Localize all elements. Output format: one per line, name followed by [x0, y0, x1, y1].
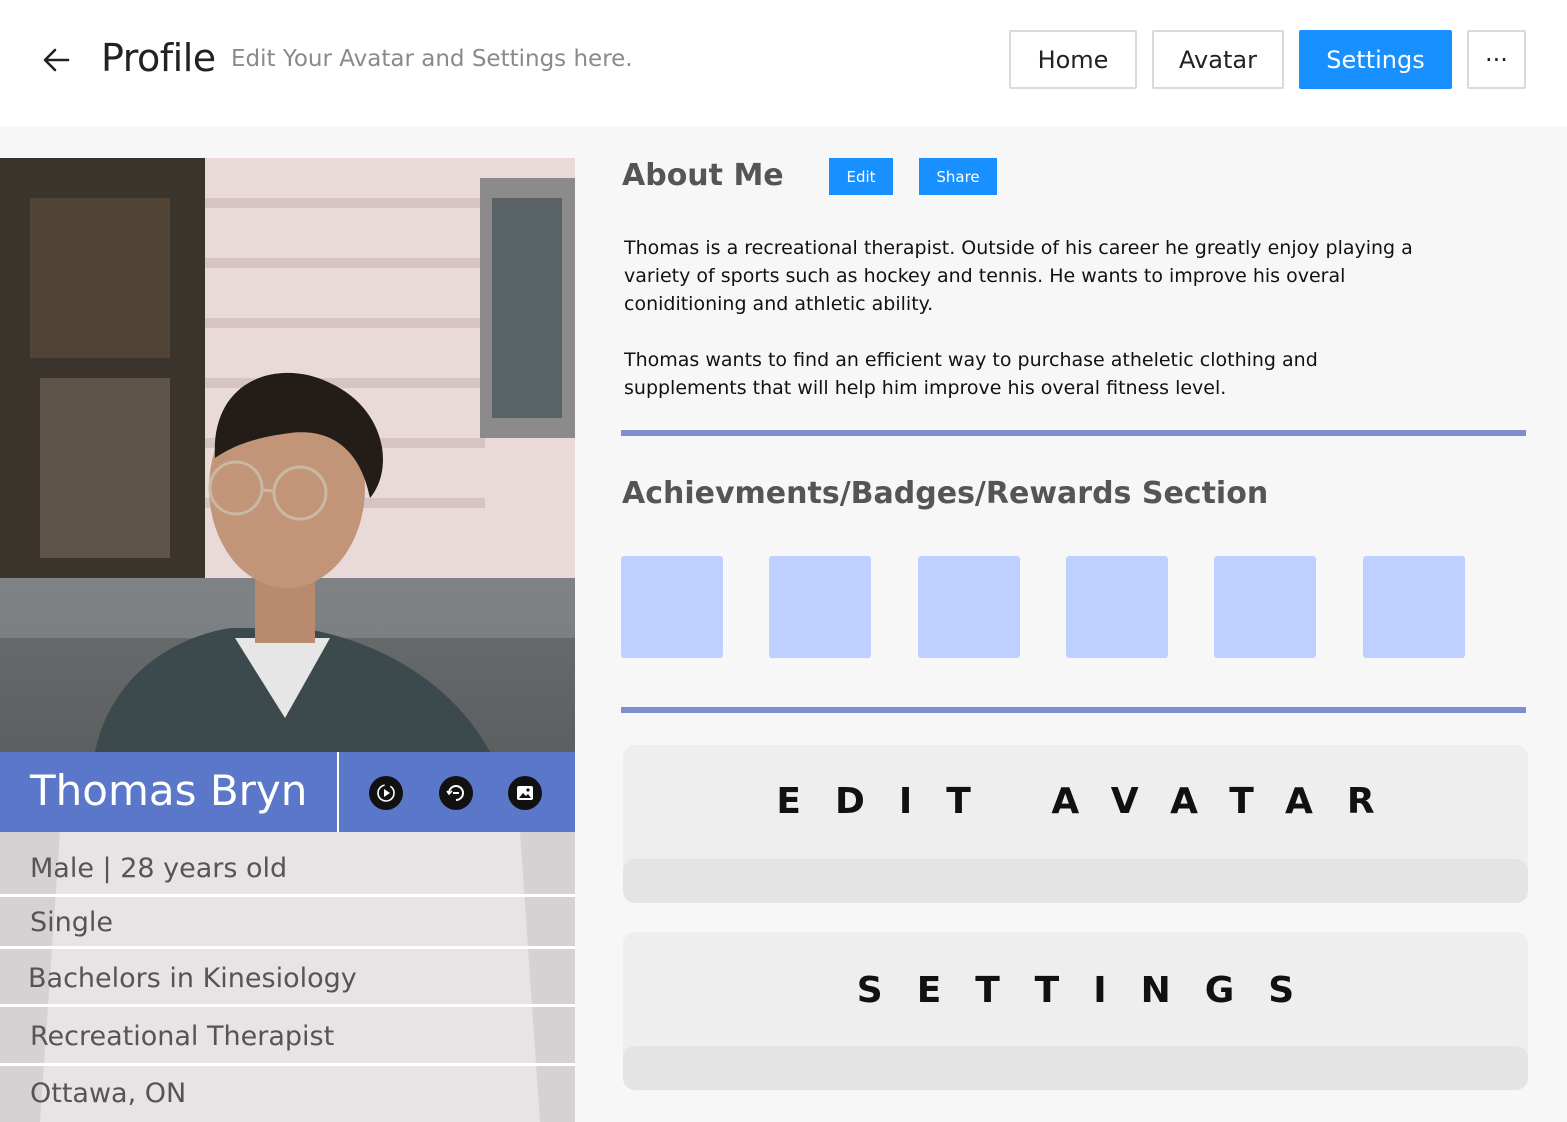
page-subtitle: Edit Your Avatar and Settings here.	[231, 46, 633, 72]
play-circle-icon	[377, 784, 395, 802]
top-header: Profile Edit Your Avatar and Settings he…	[0, 0, 1567, 126]
profile-card: Thomas Bryn Male | 28 years old Single B…	[0, 158, 575, 1122]
bio-line: Thomas is a recreational therapist. Outs…	[624, 237, 1413, 259]
detail-text: Ottawa, ON	[30, 1078, 187, 1109]
edit-avatar-button[interactable]: EDIT AVATAR	[623, 745, 1528, 903]
home-tab-button[interactable]: Home	[1009, 30, 1137, 89]
edit-about-button[interactable]: Edit	[829, 158, 893, 195]
timer-button[interactable]	[439, 776, 473, 810]
detail-education: Bachelors in Kinesiology	[0, 949, 575, 1007]
page-title: Profile	[101, 36, 216, 80]
card-footer	[623, 859, 1528, 903]
about-me-heading: About Me	[622, 158, 784, 193]
image-icon	[517, 786, 533, 800]
detail-text: Bachelors in Kinesiology	[28, 963, 357, 994]
detail-status: Single	[0, 897, 575, 949]
achievements-heading: Achievments/Badges/Rewards Section	[622, 476, 1269, 511]
share-about-button[interactable]: Share	[919, 158, 997, 195]
image-button[interactable]	[508, 776, 542, 810]
settings-button[interactable]: SETTINGS	[623, 932, 1528, 1090]
play-circle-button[interactable]	[369, 776, 403, 810]
detail-location: Ottawa, ON	[0, 1066, 575, 1122]
settings-tab-button[interactable]: Settings	[1299, 30, 1452, 89]
detail-gender-age: Male | 28 years old	[0, 832, 575, 897]
name-divider	[337, 752, 339, 832]
detail-text: Recreational Therapist	[30, 1021, 335, 1052]
about-paragraph-1: Thomas is a recreational therapist. Outs…	[624, 234, 1504, 318]
bio-line: Thomas wants to find an efficient way to…	[624, 349, 1318, 371]
badge-slot-5[interactable]	[1214, 556, 1316, 658]
badge-slot-1[interactable]	[621, 556, 723, 658]
avatar-tab-button[interactable]: Avatar	[1152, 30, 1284, 89]
arrow-left-icon	[43, 48, 70, 72]
detail-occupation: Recreational Therapist	[0, 1007, 575, 1066]
back-button[interactable]	[36, 40, 76, 80]
bio-line: supplements that will help him improve h…	[624, 377, 1227, 399]
bio-line: variety of sports such as hockey and ten…	[624, 265, 1346, 287]
section-divider	[621, 707, 1526, 713]
card-footer	[623, 1046, 1528, 1090]
settings-label: SETTINGS	[856, 970, 1329, 1011]
bio-line: coniditioning and athletic ability.	[624, 293, 934, 315]
detail-text: Single	[30, 907, 114, 938]
timer-icon	[446, 785, 464, 801]
badge-slot-4[interactable]	[1066, 556, 1168, 658]
detail-text: Male | 28 years old	[30, 853, 288, 884]
section-divider	[621, 430, 1526, 436]
badge-slot-6[interactable]	[1363, 556, 1465, 658]
more-options-button[interactable]: ···	[1467, 30, 1526, 89]
name-bar: Thomas Bryn	[0, 752, 575, 832]
about-paragraph-2: Thomas wants to find an efficient way to…	[624, 346, 1504, 402]
badge-slot-3[interactable]	[918, 556, 1020, 658]
edit-avatar-label: EDIT AVATAR	[776, 781, 1409, 822]
badge-slot-2[interactable]	[769, 556, 871, 658]
profile-name: Thomas Bryn	[30, 766, 308, 815]
